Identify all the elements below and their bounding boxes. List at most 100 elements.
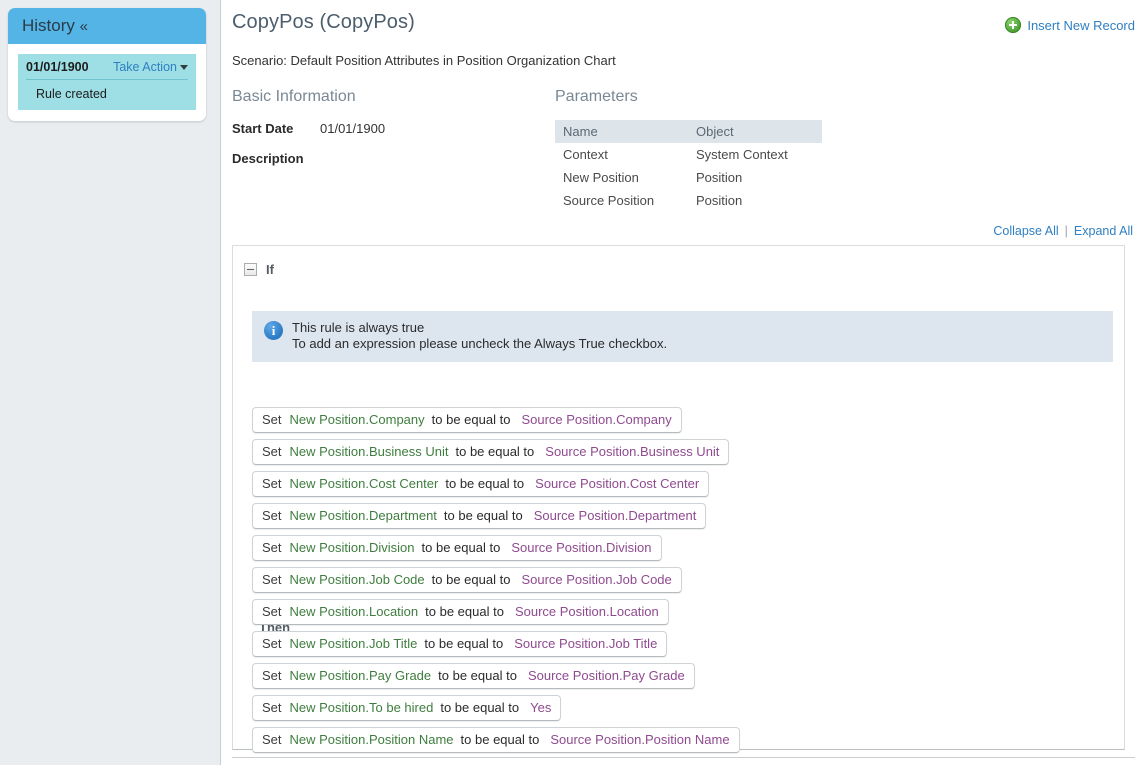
rule-panel: If i This rule is always true To add an …	[232, 245, 1125, 753]
statement-target-token[interactable]: New Position.Position Name	[290, 732, 454, 747]
bottom-divider	[232, 757, 1135, 758]
statement-keyword-set: Set	[262, 604, 282, 619]
table-row: Source Position Position	[555, 189, 822, 212]
statement-source-token[interactable]: Source Position.Business Unit	[545, 444, 719, 459]
statement-source-token[interactable]: Source Position.Location	[515, 604, 659, 619]
statement-target-token[interactable]: New Position.Division	[290, 540, 415, 555]
collapse-all-link[interactable]: Collapse All	[993, 224, 1058, 238]
statement-target-token[interactable]: New Position.Job Title	[290, 636, 418, 651]
parameters-section: Parameters Name Object Context System Co…	[555, 88, 825, 212]
take-action-dropdown[interactable]: Take Action	[113, 60, 188, 74]
statement-keyword-set: Set	[262, 508, 282, 523]
set-statement[interactable]: Set New Position.Department to be equal to…	[252, 503, 707, 529]
statement-source-token[interactable]: Source Position.Job Title	[514, 636, 657, 651]
statement-operator: to be equal to	[438, 668, 517, 683]
history-entry[interactable]: 01/01/1900 Take Action Rule created	[18, 54, 196, 110]
statement-keyword-set: Set	[262, 668, 282, 683]
collapse-expand-bar: Collapse All | Expand All	[993, 224, 1133, 238]
scenario-text: Scenario: Default Position Attributes in…	[232, 53, 616, 68]
parameters-header-row: Name Object	[555, 120, 822, 143]
statement-operator: to be equal to	[431, 412, 511, 427]
statement-target-token[interactable]: New Position.Business Unit	[290, 444, 449, 459]
set-statement[interactable]: Set New Position.Location to be equal to So…	[252, 599, 669, 625]
history-entry-note: Rule created	[36, 87, 107, 101]
statement-keyword-set: Set	[262, 732, 282, 747]
start-date-label: Start Date	[232, 121, 294, 136]
collapse-sidebar-icon[interactable]: «	[80, 18, 88, 35]
parameter-name: New Position	[563, 170, 639, 185]
history-entry-header: 01/01/1900 Take Action	[26, 60, 188, 80]
set-statement[interactable]: Set New Position.Business Unit to be equal…	[252, 439, 730, 465]
insert-new-record-button[interactable]: Insert New Record	[1005, 17, 1135, 33]
expand-all-link[interactable]: Expand All	[1074, 224, 1133, 238]
info-line-1: This rule is always true	[292, 320, 425, 335]
statement-operator: to be equal to	[455, 444, 535, 459]
statement-source-token[interactable]: Source Position.Company	[521, 412, 671, 427]
statement-operator: to be equal to	[431, 572, 511, 587]
expand-bar-separator: |	[1064, 224, 1068, 238]
history-title: History	[22, 16, 75, 35]
basic-information-heading: Basic Information	[232, 88, 356, 105]
main-content: CopyPos (CopyPos) Insert New Record Scen…	[222, 0, 1135, 765]
info-banner-text: This rule is always true To add an expre…	[292, 320, 667, 352]
field-description: Description	[232, 151, 542, 166]
statement-source-token[interactable]: Source Position.Position Name	[550, 732, 729, 747]
statement-row: Set New Position.Pay Grade to be equal to S…	[252, 663, 1112, 695]
statement-operator: to be equal to	[460, 732, 540, 747]
set-statement[interactable]: Set New Position.Position Name to be equal…	[252, 727, 740, 753]
set-statement[interactable]: Set New Position.Pay Grade to be equal to S…	[252, 663, 695, 689]
statement-operator: to be equal to	[421, 540, 501, 555]
statement-row: Set New Position.Location to be equal to So…	[252, 599, 1112, 631]
statement-target-token[interactable]: New Position.Department	[290, 508, 437, 523]
statement-source-token[interactable]: Source Position.Division	[511, 540, 651, 555]
statement-operator: to be equal to	[440, 700, 520, 715]
basic-information-section: Basic Information Start Date 01/01/1900 …	[232, 88, 542, 166]
statement-row: Set New Position.To be hired to be equal t…	[252, 695, 1112, 727]
parameter-name: Source Position	[563, 193, 655, 208]
collapse-minus-icon[interactable]	[244, 263, 257, 276]
statement-operator: to be equal to	[445, 476, 525, 491]
statement-source-token[interactable]: Yes	[530, 700, 551, 715]
statement-row: Set New Position.Cost Center to be equal t…	[252, 471, 1112, 503]
statement-target-token[interactable]: New Position.Company	[290, 412, 425, 427]
parameter-object: Position	[696, 170, 743, 185]
app-page: History « 01/01/1900 Take Action Rule cr…	[0, 0, 1135, 765]
parameter-object: System Context	[696, 147, 788, 162]
statement-keyword-set: Set	[262, 540, 282, 555]
statement-source-token[interactable]: Source Position.Cost Center	[535, 476, 699, 491]
statement-target-token[interactable]: New Position.Cost Center	[290, 476, 439, 491]
take-action-label: Take Action	[113, 60, 177, 74]
statement-keyword-set: Set	[262, 572, 282, 587]
statement-target-token[interactable]: New Position.Pay Grade	[290, 668, 432, 683]
set-statement[interactable]: Set New Position.To be hired to be equal t…	[252, 695, 562, 721]
statement-target-token[interactable]: New Position.To be hired	[290, 700, 434, 715]
statement-source-token[interactable]: Source Position.Department	[534, 508, 697, 523]
statement-row: Set New Position.Business Unit to be equal…	[252, 439, 1112, 471]
set-statement[interactable]: Set New Position.Cost Center to be equal t…	[252, 471, 710, 497]
statement-row: Set New Position.Job Code to be equal to So…	[252, 567, 1112, 599]
history-panel-header[interactable]: History «	[8, 8, 206, 44]
column-header-object: Object	[688, 120, 822, 143]
if-section-header: If	[244, 262, 1124, 277]
statement-target-token[interactable]: New Position.Location	[290, 604, 419, 619]
statement-operator: to be equal to	[443, 508, 523, 523]
info-icon: i	[264, 321, 283, 340]
if-label: If	[266, 262, 274, 277]
set-statement[interactable]: Set New Position.Division to be equal to So…	[252, 535, 662, 561]
set-statement[interactable]: Set New Position.Job Code to be equal to So…	[252, 567, 682, 593]
parameter-object: Position	[696, 193, 743, 208]
statement-row: Set New Position.Department to be equal to…	[252, 503, 1112, 535]
history-entry-date: 01/01/1900	[26, 60, 89, 74]
set-statement[interactable]: Set New Position.Company to be equal to Sou…	[252, 407, 682, 433]
statement-keyword-set: Set	[262, 476, 282, 491]
statement-source-token[interactable]: Source Position.Pay Grade	[528, 668, 685, 683]
statement-target-token[interactable]: New Position.Job Code	[290, 572, 425, 587]
parameters-table: Name Object Context System Context New P…	[555, 120, 822, 212]
then-statement-list: Set New Position.Company to be equal to Sou…	[252, 407, 1112, 759]
statement-source-token[interactable]: Source Position.Job Code	[521, 572, 671, 587]
table-row: New Position Position	[555, 166, 822, 189]
table-row: Context System Context	[555, 143, 822, 166]
set-statement[interactable]: Set New Position.Job Title to be equal to S…	[252, 631, 668, 657]
statement-row: Set New Position.Company to be equal to Sou…	[252, 407, 1112, 439]
info-line-2: To add an expression please uncheck the …	[292, 336, 668, 351]
